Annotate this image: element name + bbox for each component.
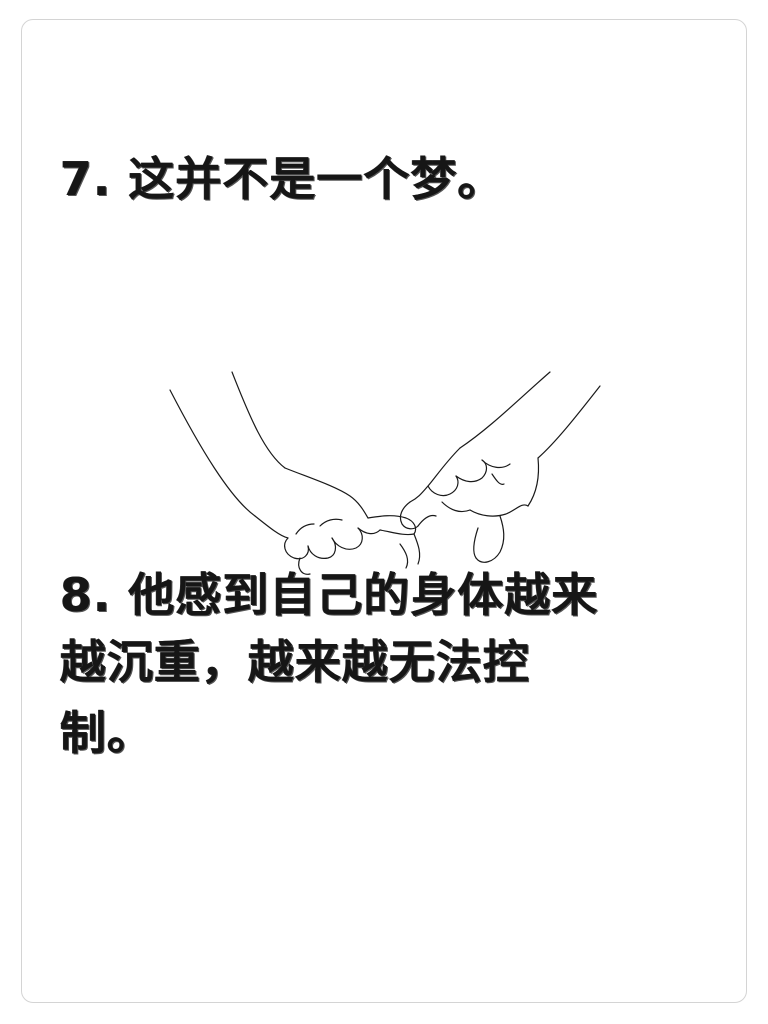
item-8-line-1: 8. 他感到自己的身体越来	[60, 568, 599, 622]
page: 7. 这并不是一个梦。 8. 他感到自己的身体越来 越沉重，越来越无法控 制。	[0, 0, 768, 1024]
item-8-line-2: 越沉重，越来越无法控	[60, 635, 530, 689]
item-8-line-3: 制。	[60, 706, 154, 760]
linked-pinky-hands-icon	[169, 371, 601, 575]
item-7-text: 7. 这并不是一个梦。	[60, 152, 505, 206]
